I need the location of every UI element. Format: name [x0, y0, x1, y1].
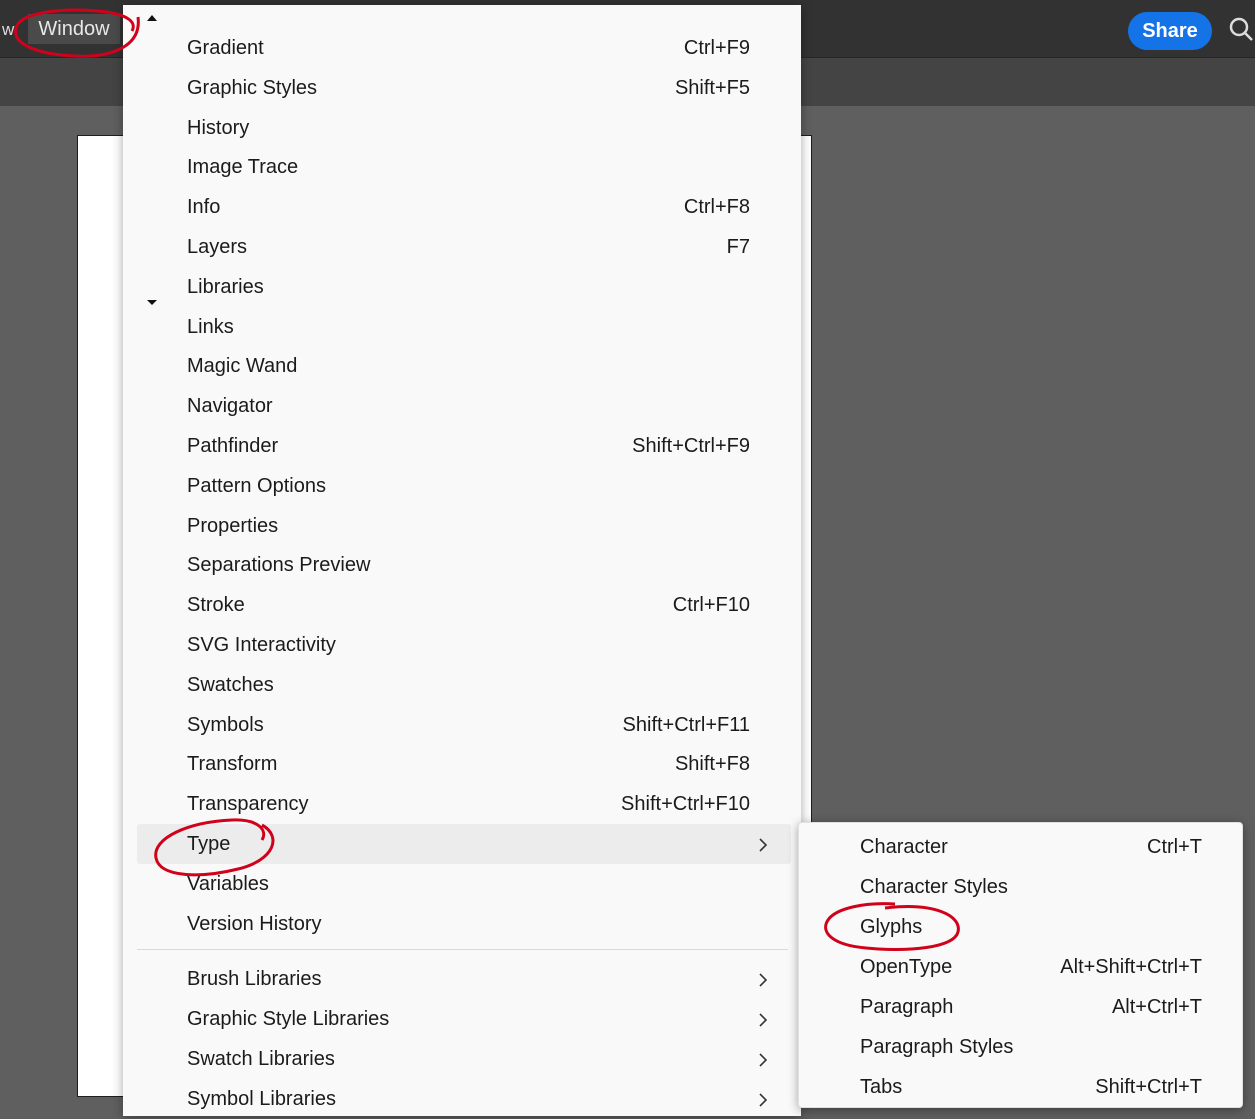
- menu-item-label: Properties: [187, 514, 279, 537]
- menu-item-info[interactable]: Info Ctrl+F8: [137, 187, 791, 227]
- menu-item-label: Swatch Libraries: [187, 1048, 335, 1070]
- menu-item-label: Info: [187, 196, 221, 219]
- menu-item-label: Links: [187, 315, 234, 338]
- menu-item-label: Graphic Styles: [187, 76, 318, 99]
- submenu-item-label: Glyphs: [860, 916, 923, 938]
- menu-item-shortcut: F7: [726, 236, 750, 258]
- menu-item-brush-libraries[interactable]: Brush Libraries: [137, 959, 791, 999]
- chevron-right-icon: [759, 1053, 768, 1067]
- submenu-item-shortcut: Shift+Ctrl+T: [1095, 1076, 1202, 1098]
- submenu-item-shortcut: Alt+Shift+Ctrl+T: [1060, 956, 1202, 978]
- menu-divider: [137, 949, 788, 950]
- menu-item-shortcut: Shift+F5: [674, 76, 750, 99]
- menu-item-label: Separations Preview: [187, 554, 371, 577]
- chevron-right-icon: [759, 838, 768, 852]
- menu-item-type[interactable]: Type: [137, 824, 791, 864]
- menu-item-label: Image Trace: [187, 156, 299, 179]
- menu-item-label: Gradient: [187, 37, 264, 59]
- menu-item-history[interactable]: History: [137, 108, 791, 148]
- menu-item-label: Magic Wand: [187, 355, 298, 378]
- submenu-item-shortcut: Alt+Ctrl+T: [1111, 996, 1202, 1018]
- scroll-up-arrow-icon[interactable]: [145, 13, 159, 23]
- menu-item-label: Version History: [187, 912, 322, 935]
- menu-item-magic-wand[interactable]: Magic Wand: [137, 346, 791, 386]
- menu-item-label: Layers: [187, 236, 248, 258]
- menu-item-gradient[interactable]: Gradient Ctrl+F9: [137, 28, 791, 68]
- submenu-item-label: Paragraph Styles: [860, 1036, 1014, 1058]
- menu-item-label: Libraries: [187, 275, 264, 298]
- menu-item-pattern-options[interactable]: Pattern Options: [137, 466, 791, 506]
- menu-item-label: Type: [187, 833, 231, 855]
- submenu-item-paragraph-styles[interactable]: Paragraph Styles: [799, 1026, 1242, 1066]
- menu-item-links[interactable]: Links: [137, 307, 791, 347]
- submenu-item-label: Paragraph: [860, 996, 954, 1018]
- window-dropdown-menu: Gradient Ctrl+F9 Graphic Styles Shift+F5 His…: [123, 5, 801, 1116]
- menu-item-variables[interactable]: Variables: [137, 864, 791, 904]
- submenu-item-paragraph[interactable]: Paragraph Alt+Ctrl+T: [799, 986, 1242, 1026]
- menu-item-graphic-styles[interactable]: Graphic Styles Shift+F5: [137, 68, 791, 108]
- submenu-item-character-styles[interactable]: Character Styles: [799, 866, 1242, 906]
- menu-item-graphic-style-libraries[interactable]: Graphic Style Libraries: [137, 999, 791, 1039]
- menu-item-svg-interactivity[interactable]: SVG Interactivity: [137, 625, 791, 665]
- menu-item-shortcut: Shift+Ctrl+F11: [622, 713, 750, 736]
- menu-item-shortcut: Ctrl+F8: [683, 196, 750, 219]
- submenu-item-opentype[interactable]: OpenType Alt+Shift+Ctrl+T: [799, 946, 1242, 986]
- submenu-item-character[interactable]: Character Ctrl+T: [799, 826, 1242, 866]
- menu-item-stroke[interactable]: Stroke Ctrl+F10: [137, 585, 791, 625]
- menu-item-version-history[interactable]: Version History: [137, 904, 791, 944]
- chevron-right-icon: [759, 1013, 768, 1027]
- menu-item-shortcut: Ctrl+F10: [672, 594, 750, 617]
- submenu-item-shortcut: Ctrl+T: [1147, 836, 1202, 858]
- menu-item-transparency[interactable]: Transparency Shift+Ctrl+F10: [137, 784, 791, 824]
- type-submenu: Character Ctrl+T Character Styles Glyphs Ope…: [798, 822, 1243, 1108]
- menu-item-symbols[interactable]: Symbols Shift+Ctrl+F11: [137, 705, 791, 745]
- menu-item-layers[interactable]: Layers F7: [137, 227, 791, 267]
- menu-item-libraries[interactable]: Libraries: [137, 267, 791, 307]
- chevron-right-icon: [759, 1093, 768, 1107]
- submenu-item-label: Character: [860, 836, 948, 858]
- menu-item-label: SVG Interactivity: [187, 634, 336, 656]
- menu-item-transform[interactable]: Transform Shift+F8: [137, 744, 791, 784]
- submenu-item-glyphs[interactable]: Glyphs: [799, 906, 1242, 946]
- menu-item-swatches[interactable]: Swatches: [137, 665, 791, 705]
- menu-item-label: Transparency: [187, 793, 309, 816]
- submenu-item-label: Tabs: [860, 1076, 903, 1098]
- menu-item-label: Pathfinder: [187, 435, 279, 457]
- menu-item-pathfinder[interactable]: Pathfinder Shift+Ctrl+F9: [137, 426, 791, 466]
- menu-item-shortcut: Ctrl+F9: [683, 37, 750, 59]
- previous-menu-fragment[interactable]: w: [2, 20, 14, 40]
- menu-item-label: Symbol Libraries: [187, 1088, 336, 1110]
- menu-item-label: Swatches: [187, 673, 274, 696]
- window-menu-button[interactable]: Window: [28, 14, 120, 44]
- menu-item-label: Graphic Style Libraries: [187, 1008, 390, 1030]
- menu-item-shortcut: Shift+F8: [674, 753, 750, 776]
- menu-item-shortcut: Shift+Ctrl+F9: [632, 435, 750, 457]
- menu-item-label: Symbols: [187, 713, 264, 736]
- menu-item-properties[interactable]: Properties: [137, 506, 791, 546]
- menu-item-symbol-libraries[interactable]: Symbol Libraries: [137, 1079, 791, 1119]
- menu-item-label: Brush Libraries: [187, 968, 322, 990]
- menu-item-navigator[interactable]: Navigator: [137, 386, 791, 426]
- menu-item-label: Variables: [187, 872, 269, 895]
- submenu-item-label: OpenType: [860, 956, 953, 978]
- search-icon[interactable]: [1228, 14, 1254, 44]
- menu-item-label: Navigator: [187, 395, 273, 418]
- chevron-right-icon: [759, 973, 768, 987]
- menu-item-swatch-libraries[interactable]: Swatch Libraries: [137, 1039, 791, 1079]
- submenu-item-label: Character Styles: [860, 876, 1008, 898]
- menu-item-separations-preview[interactable]: Separations Preview: [137, 545, 791, 585]
- menu-item-shortcut: Shift+Ctrl+F10: [621, 793, 750, 816]
- share-button[interactable]: Share: [1128, 12, 1212, 50]
- submenu-item-tabs[interactable]: Tabs Shift+Ctrl+T: [799, 1066, 1242, 1106]
- menu-item-label: Stroke: [187, 594, 245, 617]
- menu-item-label: History: [187, 116, 250, 139]
- menu-item-label: Transform: [187, 753, 278, 776]
- menu-item-label: Pattern Options: [187, 474, 326, 497]
- menu-item-image-trace[interactable]: Image Trace: [137, 147, 791, 187]
